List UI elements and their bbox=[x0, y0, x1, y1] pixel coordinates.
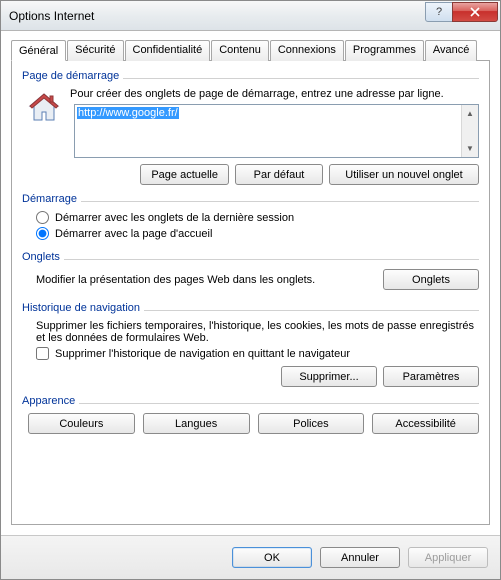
btn-history-settings[interactable]: Paramètres bbox=[383, 366, 479, 387]
scroll-down-icon[interactable]: ▼ bbox=[462, 140, 478, 157]
btn-apply[interactable]: Appliquer bbox=[408, 547, 488, 568]
btn-colors[interactable]: Couleurs bbox=[28, 413, 135, 434]
window-title: Options Internet bbox=[9, 9, 426, 23]
dialog-footer: OK Annuler Appliquer bbox=[1, 535, 500, 579]
btn-accessibility[interactable]: Accessibilité bbox=[372, 413, 479, 434]
group-history: Historique de navigation Supprimer les f… bbox=[22, 302, 479, 387]
group-appearance-label: Apparence bbox=[22, 395, 79, 407]
history-desc: Supprimer les fichiers temporaires, l'hi… bbox=[36, 320, 479, 344]
group-startup: Démarrage Démarrer avec les onglets de l… bbox=[22, 193, 479, 243]
radio-homepage[interactable]: Démarrer avec la page d'accueil bbox=[36, 227, 479, 240]
tab-body: Page de démarrage Pour créer des onglets… bbox=[11, 61, 490, 525]
tab-content[interactable]: Contenu bbox=[211, 40, 269, 61]
radio-last-session-label: Démarrer avec les onglets de la dernière… bbox=[55, 212, 294, 224]
home-icon bbox=[26, 92, 62, 124]
content-area: Général Sécurité Confidentialité Contenu… bbox=[1, 31, 500, 535]
check-delete-on-exit-label: Supprimer l'historique de navigation en … bbox=[55, 348, 350, 360]
btn-ok[interactable]: OK bbox=[232, 547, 312, 568]
scrollbar[interactable]: ▲ ▼ bbox=[461, 105, 478, 157]
tab-advanced[interactable]: Avancé bbox=[425, 40, 478, 61]
homepage-desc: Pour créer des onglets de page de démarr… bbox=[70, 88, 479, 100]
group-tabs: Onglets Modifier la présentation des pag… bbox=[22, 251, 479, 290]
check-delete-on-exit-input[interactable] bbox=[36, 347, 49, 360]
radio-homepage-input[interactable] bbox=[36, 227, 49, 240]
tab-security[interactable]: Sécurité bbox=[67, 40, 123, 61]
tab-privacy[interactable]: Confidentialité bbox=[125, 40, 211, 61]
radio-last-session-input[interactable] bbox=[36, 211, 49, 224]
radio-last-session[interactable]: Démarrer avec les onglets de la dernière… bbox=[36, 211, 479, 224]
titlebar[interactable]: Options Internet ? bbox=[1, 1, 500, 31]
btn-languages[interactable]: Langues bbox=[143, 413, 250, 434]
btn-new-tab[interactable]: Utiliser un nouvel onglet bbox=[329, 164, 479, 185]
close-button[interactable] bbox=[452, 2, 498, 22]
homepage-url-text: http://www.google.fr/ bbox=[77, 107, 179, 119]
tab-programs[interactable]: Programmes bbox=[345, 40, 424, 61]
close-icon bbox=[470, 7, 480, 17]
group-history-label: Historique de navigation bbox=[22, 302, 144, 314]
group-appearance: Apparence Couleurs Langues Polices Acces… bbox=[22, 395, 479, 434]
btn-cancel[interactable]: Annuler bbox=[320, 547, 400, 568]
dialog-window: Options Internet ? Général Sécurité Conf… bbox=[0, 0, 501, 580]
tab-connections[interactable]: Connexions bbox=[270, 40, 344, 61]
radio-homepage-label: Démarrer avec la page d'accueil bbox=[55, 228, 212, 240]
scroll-up-icon[interactable]: ▲ bbox=[462, 105, 478, 122]
group-startup-label: Démarrage bbox=[22, 193, 81, 205]
btn-default-page[interactable]: Par défaut bbox=[235, 164, 323, 185]
tab-general[interactable]: Général bbox=[11, 40, 66, 61]
group-homepage: Page de démarrage Pour créer des onglets… bbox=[22, 70, 479, 185]
window-buttons: ? bbox=[426, 2, 498, 22]
help-button[interactable]: ? bbox=[425, 2, 453, 22]
group-tabs-label: Onglets bbox=[22, 251, 64, 263]
group-homepage-label: Page de démarrage bbox=[22, 70, 123, 82]
tab-strip: Général Sécurité Confidentialité Contenu… bbox=[11, 39, 490, 61]
btn-current-page[interactable]: Page actuelle bbox=[140, 164, 229, 185]
btn-fonts[interactable]: Polices bbox=[258, 413, 365, 434]
btn-tabs[interactable]: Onglets bbox=[383, 269, 479, 290]
btn-delete-history[interactable]: Supprimer... bbox=[281, 366, 377, 387]
tabs-desc: Modifier la présentation des pages Web d… bbox=[36, 274, 383, 286]
homepage-input[interactable]: http://www.google.fr/ ▲ ▼ bbox=[74, 104, 479, 158]
check-delete-on-exit[interactable]: Supprimer l'historique de navigation en … bbox=[36, 347, 479, 360]
